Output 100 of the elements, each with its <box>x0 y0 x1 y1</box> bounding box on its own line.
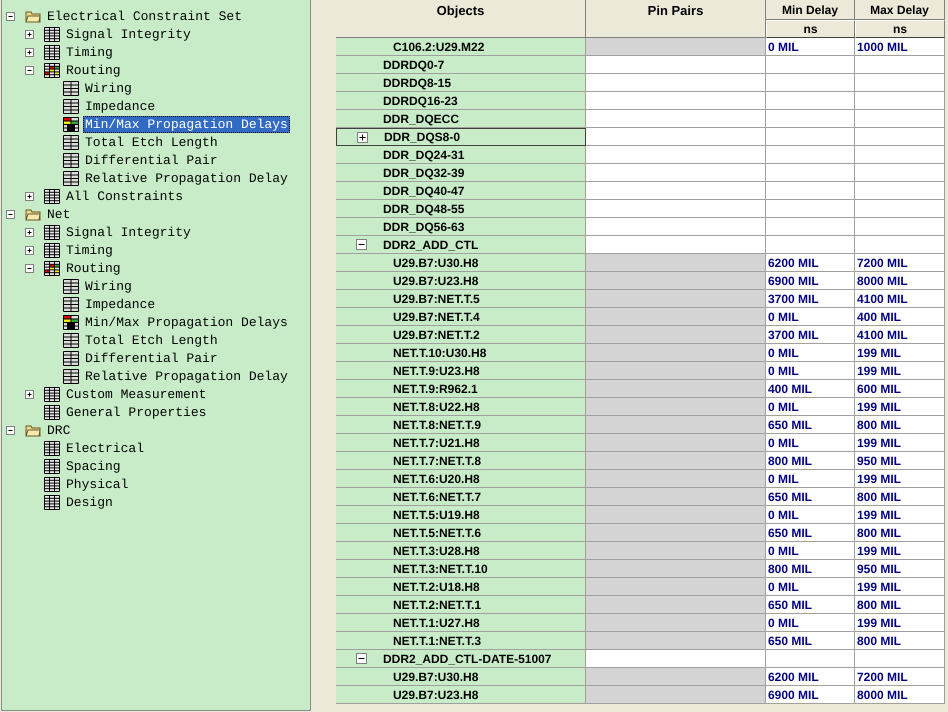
object-cell[interactable]: NET.T.5:NET.T.6 <box>336 524 586 542</box>
collapse-icon[interactable] <box>6 426 15 434</box>
object-cell[interactable]: C106.2:U29.M22 <box>336 38 586 56</box>
value-cell: 0 MIL <box>766 308 855 326</box>
tree-item[interactable]: Wiring <box>83 80 134 96</box>
value-cell: 800 MIL <box>855 416 945 434</box>
tree-item[interactable]: General Properties <box>64 404 208 420</box>
object-cell[interactable]: NET.T.3:U28.H8 <box>336 542 586 560</box>
value-cell: 4100 MIL <box>855 290 945 308</box>
object-name: NET.T.10:U30.H8 <box>393 346 486 360</box>
object-cell[interactable]: U29.B7:U23.H8 <box>336 686 586 704</box>
expand-icon[interactable] <box>25 192 34 200</box>
object-name: DDR2_ADD_CTL-DATE-51007 <box>383 652 552 666</box>
tree-item[interactable]: Routing <box>64 260 123 276</box>
tree-item[interactable]: Min/Max Propagation Delays <box>83 314 290 330</box>
collapse-icon[interactable] <box>25 66 34 74</box>
object-cell[interactable]: NET.T.6:NET.T.7 <box>336 488 586 506</box>
tree-item[interactable]: All Constraints <box>64 188 186 204</box>
object-cell[interactable]: NET.T.2:U18.H8 <box>336 578 586 596</box>
tree-item[interactable]: Relative Propagation Delay <box>83 368 290 384</box>
object-name: NET.T.1:U27.H8 <box>393 616 480 630</box>
object-cell[interactable]: NET.T.9:R962.1 <box>336 380 586 398</box>
object-cell[interactable]: NET.T.3:NET.T.10 <box>336 560 586 578</box>
collapse-icon[interactable] <box>25 264 34 272</box>
object-cell[interactable]: NET.T.10:U30.H8 <box>336 344 586 362</box>
value-cell: 950 MIL <box>855 560 945 578</box>
tree-item[interactable]: Wiring <box>83 278 134 294</box>
tree-item[interactable]: Signal Integrity <box>64 224 193 240</box>
value-cell: 800 MIL <box>766 560 855 578</box>
color-grid-icon <box>44 260 60 276</box>
object-cell[interactable]: NET.T.8:NET.T.9 <box>336 416 586 434</box>
object-cell[interactable]: DDRDQ16-23 <box>336 92 586 110</box>
object-cell[interactable]: DDR_DQS8-0 <box>336 128 586 146</box>
object-cell[interactable]: DDR_DQ24-31 <box>336 146 586 164</box>
object-cell[interactable]: DDR_DQ40-47 <box>336 182 586 200</box>
object-cell[interactable]: U29.B7:U30.H8 <box>336 668 586 686</box>
object-name: DDRDQ0-7 <box>383 58 444 72</box>
object-cell[interactable]: DDR_DQ56-63 <box>336 218 586 236</box>
object-cell[interactable]: DDR_DQECC <box>336 110 586 128</box>
tree-item[interactable]: Design <box>64 494 115 510</box>
value-cell: 0 MIL <box>766 434 855 452</box>
tree-item[interactable]: Relative Propagation Delay <box>83 170 290 186</box>
object-cell[interactable]: DDR2_ADD_CTL <box>336 236 586 254</box>
grid-icon <box>63 170 79 186</box>
tree-item[interactable]: Total Etch Length <box>83 332 220 348</box>
object-cell[interactable]: NET.T.7:U21.H8 <box>336 434 586 452</box>
value-cell: 199 MIL <box>855 434 945 452</box>
grid-icon <box>63 80 79 96</box>
tree-item[interactable]: Net <box>45 206 72 222</box>
object-cell[interactable]: NET.T.6:U20.H8 <box>336 470 586 488</box>
value-cell: 0 MIL <box>766 362 855 380</box>
tree-item[interactable]: Min/Max Propagation Delays <box>83 116 290 132</box>
tree-item[interactable]: Physical <box>64 476 130 492</box>
tree-item[interactable]: Electrical <box>64 440 146 456</box>
collapse-icon[interactable] <box>356 239 367 250</box>
object-cell[interactable]: NET.T.9:U23.H8 <box>336 362 586 380</box>
object-cell[interactable]: NET.T.8:U22.H8 <box>336 398 586 416</box>
tree-item[interactable]: Differential Pair <box>83 152 220 168</box>
collapse-icon[interactable] <box>6 210 15 218</box>
tree-item[interactable]: Custom Measurement <box>64 386 208 402</box>
object-cell[interactable]: NET.T.7:NET.T.8 <box>336 452 586 470</box>
object-cell[interactable]: DDR_DQ32-39 <box>336 164 586 182</box>
object-cell[interactable]: DDR_DQ48-55 <box>336 200 586 218</box>
object-cell[interactable]: DDRDQ0-7 <box>336 56 586 74</box>
expand-icon[interactable] <box>25 228 34 236</box>
tree-item[interactable]: Impedance <box>83 296 158 312</box>
tree-item[interactable]: Total Etch Length <box>83 134 220 150</box>
tree-item[interactable]: Timing <box>64 242 115 258</box>
object-cell[interactable]: NET.T.2:NET.T.1 <box>336 596 586 614</box>
expand-icon[interactable] <box>25 246 34 254</box>
object-cell[interactable]: U29.B7:NET.T.5 <box>336 290 586 308</box>
object-cell[interactable]: DDRDQ8-15 <box>336 74 586 92</box>
object-cell[interactable]: DDR2_ADD_CTL-DATE-51007 <box>336 650 586 668</box>
tree-item[interactable]: Timing <box>64 44 115 60</box>
object-name: NET.T.5:U19.H8 <box>393 508 480 522</box>
value-cell: 6200 MIL <box>766 254 855 272</box>
object-cell[interactable]: NET.T.1:NET.T.3 <box>336 632 586 650</box>
object-name: DDRDQ8-15 <box>383 76 452 90</box>
object-cell[interactable]: U29.B7:U30.H8 <box>336 254 586 272</box>
tree-item[interactable]: Routing <box>64 62 123 78</box>
object-cell[interactable]: U29.B7:U23.H8 <box>336 272 586 290</box>
tree-item[interactable]: Electrical Constraint Set <box>45 8 244 24</box>
object-cell[interactable]: U29.B7:NET.T.4 <box>336 308 586 326</box>
object-cell[interactable]: NET.T.5:U19.H8 <box>336 506 586 524</box>
tree-item[interactable]: DRC <box>45 422 72 438</box>
object-cell[interactable]: NET.T.1:U27.H8 <box>336 614 586 632</box>
expand-icon[interactable] <box>25 30 34 38</box>
expand-icon[interactable] <box>25 390 34 398</box>
expand-icon[interactable] <box>357 132 368 142</box>
object-cell[interactable]: U29.B7:NET.T.2 <box>336 326 586 344</box>
tree-item[interactable]: Impedance <box>83 98 158 114</box>
table-icon <box>44 26 60 42</box>
tree-item[interactable]: Differential Pair <box>83 350 220 366</box>
tree-item[interactable]: Spacing <box>64 458 123 474</box>
value-cell: 0 MIL <box>766 470 855 488</box>
value-cell: 4100 MIL <box>855 326 945 344</box>
tree-item[interactable]: Signal Integrity <box>64 26 193 42</box>
collapse-icon[interactable] <box>6 12 15 20</box>
collapse-icon[interactable] <box>356 653 367 664</box>
expand-icon[interactable] <box>25 48 34 56</box>
